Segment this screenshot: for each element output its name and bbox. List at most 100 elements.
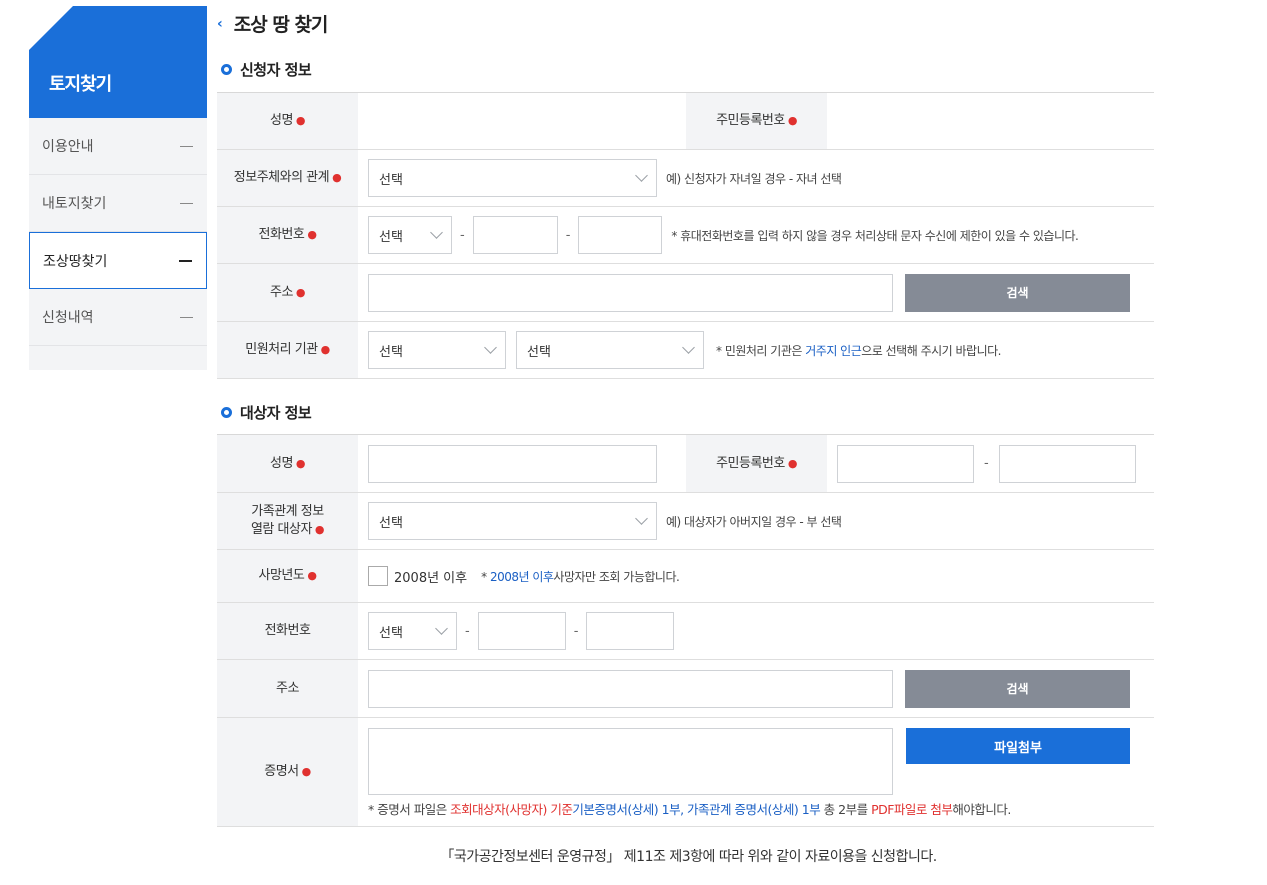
form-label: 가족관계 정보 열람 대상자 ● — [217, 493, 358, 549]
chevron-down-icon — [635, 169, 648, 182]
dash-icon — [180, 145, 193, 147]
applicant-phone-last-input[interactable] — [578, 216, 663, 254]
sidebar: 토지찾기 이용안내 내토지찾기 조상땅찾기 신청내역 — [29, 6, 207, 370]
form-label: 주민등록번호 ● — [686, 435, 827, 492]
required-icon: ● — [295, 285, 306, 299]
target-phone-middle-input[interactable] — [477, 612, 566, 650]
death-checkbox-label: 2008년 이후 — [394, 570, 468, 586]
form-label: 전화번호 ● — [217, 207, 358, 263]
section-title-target: 대상자 정보 — [221, 402, 312, 423]
section-title-text: 대상자 정보 — [240, 404, 312, 422]
sidebar-item-usage-guide[interactable]: 이용안내 — [29, 118, 207, 175]
chevron-left-icon: ‹ — [217, 15, 223, 32]
form-row: 민원처리 기관 ● 선택 선택 * 민원처리 기관은 거주지 인근으로 선택해 주… — [217, 322, 1154, 379]
family-hint: 예) 대상자가 아버지일 경우 - 부 선택 — [666, 514, 842, 529]
sidebar-item-ancestor-land[interactable]: 조상땅찾기 — [29, 232, 207, 289]
section-title-text: 신청자 정보 — [240, 61, 312, 79]
required-icon: ● — [295, 456, 306, 470]
target-phone-prefix-select[interactable]: 선택 — [368, 612, 457, 650]
target-name-input[interactable] — [368, 444, 657, 483]
death-hint: * 2008년 이후사망자만 조회 가능합니다. — [481, 569, 680, 584]
attach-file-button[interactable]: 파일첨부 — [906, 728, 1130, 764]
certificate-hint: * 증명서 파일은 조회대상자(사망자) 기준기본증명서(상세) 1부, 가족관… — [368, 802, 1011, 817]
sidebar-item-label: 내토지찾기 — [42, 196, 107, 212]
form-cell: 선택 - - * 휴대전화번호를 입력 하지 않을 경우 처리상태 문자 수신에… — [358, 207, 1154, 263]
required-icon: ● — [332, 171, 342, 184]
required-icon: ● — [787, 456, 798, 470]
form-cell: 선택 선택 * 민원처리 기관은 거주지 인근으로 선택해 주시기 바랍니다. — [358, 322, 1154, 378]
applicant-form-table: 성명 ● 주민등록번호 ● 정보주체와의 관계 ● 선택 예) 신청자가 자녀일 경우… — [217, 92, 1154, 379]
required-icon: ● — [301, 765, 312, 778]
form-label: 성명 ● — [217, 93, 358, 149]
dash-icon — [180, 316, 193, 318]
form-label: 주소 — [217, 660, 358, 717]
form-cell: - — [827, 435, 1154, 492]
target-phone-last-input[interactable] — [586, 612, 675, 650]
form-row: 사망년도 ● 2008년 이후 * 2008년 이후사망자만 조회 가능합니다. — [217, 550, 1154, 603]
required-icon: ● — [307, 569, 317, 582]
form-row: 주소 ● 검색 — [217, 264, 1154, 322]
applicant-address-search-button[interactable]: 검색 — [905, 273, 1130, 312]
applicant-phone-middle-input[interactable] — [472, 216, 558, 254]
circle-bullet-icon — [221, 64, 232, 75]
form-cell: 검색 — [358, 660, 1154, 717]
form-cell: 검색 — [358, 264, 1154, 321]
sidebar-item-label: 이용안내 — [42, 139, 94, 155]
form-label: 민원처리 기관 ● — [217, 322, 358, 378]
office-hint: * 민원처리 기관은 거주지 인근으로 선택해 주시기 바랍니다. — [716, 343, 1001, 358]
form-cell: 2008년 이후 * 2008년 이후사망자만 조회 가능합니다. — [358, 550, 1154, 602]
form-cell: 선택 - - — [358, 603, 1154, 659]
required-icon: ● — [307, 228, 317, 241]
chevron-down-icon — [435, 622, 448, 635]
form-label: 정보주체와의 관계 ● — [217, 150, 358, 206]
applicant-name-cell[interactable] — [358, 93, 686, 149]
required-icon: ● — [314, 523, 325, 536]
form-row: 주소 검색 — [217, 660, 1154, 718]
applicant-phone-prefix-select[interactable]: 선택 — [368, 216, 452, 254]
death-after-2008-checkbox[interactable] — [368, 566, 388, 586]
target-address-search-button[interactable]: 검색 — [905, 669, 1130, 708]
circle-bullet-icon — [221, 407, 232, 418]
sidebar-item-history[interactable]: 신청내역 — [29, 289, 207, 346]
form-row: 전화번호 선택 - - — [217, 603, 1154, 660]
relation-hint: 예) 신청자가 자녀일 경우 - 자녀 선택 — [666, 171, 842, 186]
sidebar-item-label: 조상땅찾기 — [43, 253, 108, 270]
form-cell: 파일첨부 * 증명서 파일은 조회대상자(사망자) 기준기본증명서(상세) 1부… — [358, 718, 1154, 826]
chevron-down-icon — [430, 226, 443, 239]
chevron-down-icon — [484, 341, 497, 354]
chevron-down-icon — [682, 341, 695, 354]
form-row: 전화번호 ● 선택 - - * 휴대전화번호를 입력 하지 않을 경우 처리상태 … — [217, 207, 1154, 264]
footer-note: 「국가공간정보센터 운영규정」 제11조 제3항에 따라 위와 같이 자료이용을… — [440, 849, 937, 865]
sidebar-item-my-land[interactable]: 내토지찾기 — [29, 175, 207, 232]
form-label: 증명서 ● — [217, 718, 358, 826]
sidebar-item-label: 신청내역 — [42, 310, 94, 326]
form-label: 주민등록번호 ● — [686, 93, 827, 149]
form-label: 주소 ● — [217, 264, 358, 321]
relation-select[interactable]: 선택 — [368, 159, 657, 197]
form-cell: 선택 예) 대상자가 아버지일 경우 - 부 선택 — [358, 493, 1154, 549]
sidebar-title: 토지찾기 — [49, 74, 112, 95]
page-title: ‹ 조상 땅 찾기 — [217, 10, 329, 37]
chevron-down-icon — [635, 512, 648, 525]
required-icon: ● — [787, 114, 798, 127]
phone-hint: * 휴대전화번호를 입력 하지 않을 경우 처리상태 문자 수신에 제한이 있을… — [671, 228, 1079, 243]
form-label: 성명 ● — [217, 435, 358, 492]
target-rrn-back-input[interactable] — [998, 444, 1136, 483]
sidebar-spacer — [29, 346, 207, 370]
sidebar-header: 토지찾기 — [29, 6, 207, 118]
family-relation-select[interactable]: 선택 — [368, 502, 657, 540]
sidebar-menu: 이용안내 내토지찾기 조상땅찾기 신청내역 — [29, 118, 207, 370]
form-label: 사망년도 ● — [217, 550, 358, 602]
office-branch-select[interactable]: 선택 — [516, 331, 704, 369]
applicant-address-input[interactable] — [368, 273, 893, 312]
certificate-file-list[interactable] — [368, 728, 893, 795]
target-rrn-front-input[interactable] — [837, 444, 974, 483]
form-row: 가족관계 정보 열람 대상자 ● 선택 예) 대상자가 아버지일 경우 - 부 선… — [217, 493, 1154, 550]
applicant-rrn-cell[interactable] — [827, 93, 1154, 149]
page-title-text: 조상 땅 찾기 — [233, 14, 329, 36]
section-title-applicant: 신청자 정보 — [221, 59, 312, 80]
dash-icon — [179, 259, 192, 262]
form-row: 정보주체와의 관계 ● 선택 예) 신청자가 자녀일 경우 - 자녀 선택 — [217, 150, 1154, 207]
target-address-input[interactable] — [368, 669, 893, 708]
office-region-select[interactable]: 선택 — [368, 331, 506, 369]
